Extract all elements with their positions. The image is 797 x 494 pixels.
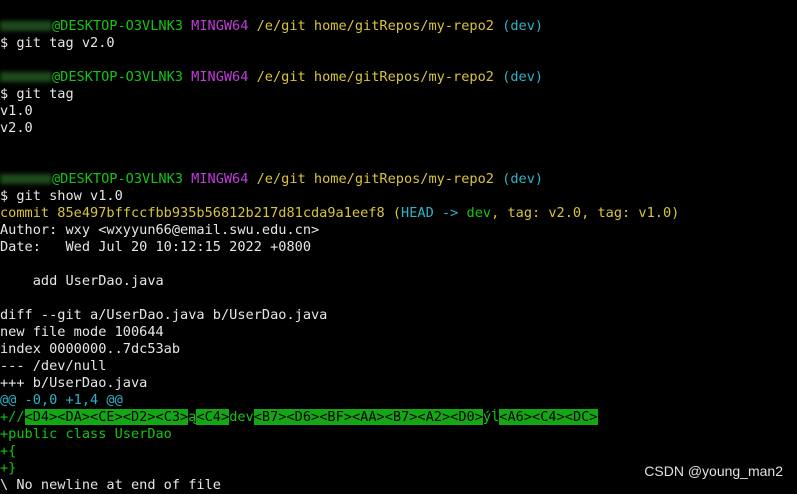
diff-index: index 0000000..7dc53ab xyxy=(0,341,181,357)
watermark: CSDN @young_man2 xyxy=(644,463,783,479)
added-prefix: +// xyxy=(0,409,25,425)
commit-hash: commit 85e497bffccfbb935b56812b217d81cda… xyxy=(0,205,385,221)
refs-open: ( xyxy=(392,205,402,221)
prompt-branch: (dev) xyxy=(502,69,544,85)
refs-tag: tag: v1.0 xyxy=(597,205,672,221)
prompt-line: @DESKTOP-O3VLNK3 MINGW64 /e/git home/git… xyxy=(0,18,797,35)
terminal-output[interactable]: @DESKTOP-O3VLNK3 MINGW64 /e/git home/git… xyxy=(0,0,797,494)
prompt-system: MINGW64 xyxy=(191,18,249,34)
encoding-highlight: <D4><DA><CE><D2><C3> xyxy=(24,409,189,425)
encoding-highlight: <C4> xyxy=(196,409,230,425)
added-text: ýĺ xyxy=(482,409,500,425)
diff-header: diff --git a/UserDao.java b/UserDao.java xyxy=(0,307,328,323)
refs-sep: , xyxy=(491,205,508,221)
date-line: Date: Wed Jul 20 10:12:15 2022 +0800 xyxy=(0,239,311,255)
prompt-path: /e/git home/gitRepos/my-repo2 xyxy=(256,18,494,34)
prompt-line: @DESKTOP-O3VLNK3 MINGW64 /e/git home/git… xyxy=(0,69,797,86)
prompt-host: @DESKTOP-O3VLNK3 xyxy=(52,171,183,187)
prompt-branch: (dev) xyxy=(502,18,544,34)
command-line: $ git tag v2.0 xyxy=(0,35,115,51)
commit-line: commit 85e497bffccfbb935b56812b217d81cda… xyxy=(0,205,797,222)
prompt-system: MINGW64 xyxy=(191,69,249,85)
diff-added-line: +//<D4><DA><CE><D2><C3>ą<C4>dev<B7><D6><… xyxy=(0,409,797,426)
output-line: v1.0 xyxy=(0,103,33,119)
refs-tag: tag: v2.0 xyxy=(507,205,582,221)
prompt-host: @DESKTOP-O3VLNK3 xyxy=(52,18,183,34)
diff-added-line: +{ xyxy=(0,443,17,459)
diff-minus-file: --- /dev/null xyxy=(0,358,107,374)
command-line: $ git tag xyxy=(0,86,74,102)
prompt-path: /e/git home/gitRepos/my-repo2 xyxy=(256,69,494,85)
prompt-path: /e/git home/gitRepos/my-repo2 xyxy=(256,171,494,187)
refs-sep: , xyxy=(581,205,598,221)
prompt-host: @DESKTOP-O3VLNK3 xyxy=(52,69,183,85)
author-line: Author: wxy <wxyyun66@email.swu.edu.cn> xyxy=(0,222,320,238)
refs-branch: dev xyxy=(466,205,492,221)
output-line: v2.0 xyxy=(0,120,33,136)
diff-hunk: @@ -0,0 +1,4 @@ xyxy=(0,392,123,408)
command-line: $ git show v1.0 xyxy=(0,188,123,204)
diff-plus-file: +++ b/UserDao.java xyxy=(0,375,148,391)
prompt-system: MINGW64 xyxy=(191,171,249,187)
refs-head: HEAD -> xyxy=(401,205,467,221)
refs-close: ) xyxy=(671,205,680,221)
prompt-branch: (dev) xyxy=(502,171,544,187)
redacted-username xyxy=(0,174,52,184)
prompt-line: @DESKTOP-O3VLNK3 MINGW64 /e/git home/git… xyxy=(0,171,797,188)
commit-message: add UserDao.java xyxy=(0,273,164,289)
encoding-highlight: <A6><C4><DC> xyxy=(499,409,598,425)
redacted-username xyxy=(0,21,52,31)
added-text: dev xyxy=(229,409,254,425)
diff-added-line: +public class UserDao xyxy=(0,426,172,442)
encoding-highlight: <B7><D6><BF><AA><B7><A2><D0> xyxy=(253,409,483,425)
diff-mode: new file mode 100644 xyxy=(0,324,164,340)
redacted-username xyxy=(0,72,52,82)
